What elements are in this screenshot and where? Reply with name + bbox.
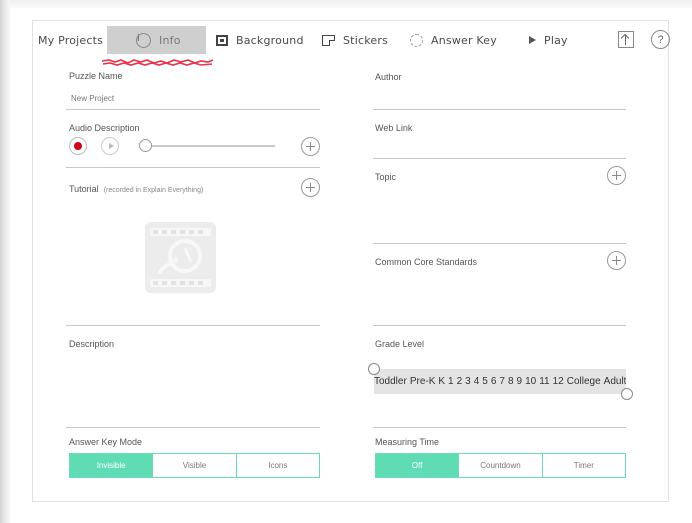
grade-level-option[interactable]: K bbox=[438, 376, 445, 387]
add-topic-button[interactable] bbox=[607, 166, 626, 185]
grade-level-option[interactable]: 4 bbox=[474, 376, 480, 387]
measuring-time-off[interactable]: Off bbox=[376, 454, 459, 477]
measuring-time-control: Off Countdown Timer bbox=[375, 453, 626, 478]
grade-level-option[interactable]: 12 bbox=[553, 376, 564, 387]
help-button[interactable]: ? bbox=[651, 30, 670, 49]
audio-slider-handle[interactable] bbox=[139, 139, 152, 152]
tab-answer-key-label: Answer Key bbox=[431, 33, 497, 47]
grade-level-option[interactable]: 2 bbox=[457, 376, 463, 387]
explain-everything-icon[interactable] bbox=[145, 222, 216, 293]
tab-info-label: Info bbox=[159, 33, 181, 47]
tab-info[interactable]: i Info bbox=[107, 26, 206, 54]
grade-range-min-handle[interactable] bbox=[368, 363, 380, 375]
background-icon bbox=[216, 34, 228, 46]
author-label: Author bbox=[375, 72, 402, 82]
common-core-label: Common Core Standards bbox=[375, 257, 478, 267]
divider bbox=[66, 167, 320, 168]
sticker-icon bbox=[322, 34, 335, 46]
measuring-time-timer[interactable]: Timer bbox=[541, 454, 625, 477]
grade-level-option[interactable]: 6 bbox=[491, 376, 497, 387]
tab-play[interactable]: Play bbox=[529, 26, 568, 54]
answer-key-icon bbox=[410, 33, 423, 47]
play-icon bbox=[529, 36, 536, 44]
share-icon[interactable] bbox=[618, 31, 634, 48]
divider bbox=[66, 427, 320, 428]
grade-level-option[interactable]: Toddler bbox=[374, 376, 407, 387]
add-tutorial-button[interactable] bbox=[301, 178, 320, 197]
grade-level-label: Grade Level bbox=[375, 339, 425, 349]
grade-level-option[interactable]: College bbox=[567, 376, 601, 387]
divider bbox=[66, 325, 320, 326]
answer-key-mode-label: Answer Key Mode bbox=[69, 437, 143, 447]
info-icon: i bbox=[136, 32, 151, 48]
grade-level-option[interactable]: 5 bbox=[482, 376, 488, 387]
redaction-scribble bbox=[101, 59, 214, 66]
tab-background[interactable]: Background bbox=[216, 26, 304, 54]
add-standard-button[interactable] bbox=[607, 251, 626, 270]
measuring-time-label: Measuring Time bbox=[375, 437, 440, 447]
audio-description-label: Audio Description bbox=[69, 123, 140, 133]
grade-level-option[interactable]: 1 bbox=[448, 376, 454, 387]
tab-my-projects-label: My Projects bbox=[38, 33, 104, 47]
divider bbox=[373, 325, 626, 326]
tab-bar: My Projects i Info Background Stickers A… bbox=[32, 26, 670, 54]
tab-my-projects[interactable]: My Projects bbox=[38, 26, 103, 54]
audio-play-button[interactable] bbox=[101, 137, 119, 155]
window-left-edge bbox=[0, 0, 10, 523]
grade-level-option[interactable]: 3 bbox=[465, 376, 471, 387]
grade-level-option[interactable]: 11 bbox=[539, 376, 549, 387]
answer-key-mode-invisible[interactable]: Invisible bbox=[70, 454, 153, 477]
puzzle-name-label: Puzzle Name bbox=[69, 71, 123, 81]
divider bbox=[373, 243, 626, 244]
divider bbox=[373, 427, 626, 428]
author-input[interactable] bbox=[373, 109, 626, 110]
description-label: Description bbox=[69, 339, 115, 349]
grade-level-option[interactable]: 9 bbox=[517, 376, 523, 387]
tutorial-note: (recorded in Explain Everything) bbox=[103, 187, 204, 194]
topic-label: Topic bbox=[375, 172, 397, 182]
answer-key-mode-visible[interactable]: Visible bbox=[152, 454, 235, 477]
tutorial-label-text: Tutorial bbox=[69, 184, 99, 194]
measuring-time-countdown[interactable]: Countdown bbox=[458, 454, 541, 477]
tab-stickers-label: Stickers bbox=[343, 33, 388, 47]
tab-stickers[interactable]: Stickers bbox=[322, 26, 388, 54]
grade-level-option[interactable]: 7 bbox=[499, 376, 505, 387]
grade-level-option[interactable]: 8 bbox=[508, 376, 514, 387]
grade-level-option[interactable]: Pre-K bbox=[410, 376, 436, 387]
tab-answer-key[interactable]: Answer Key bbox=[410, 26, 497, 54]
record-button[interactable] bbox=[69, 137, 87, 155]
grade-level-range[interactable]: Toddler Pre-K K 1 2 3 4 5 6 7 8 9 10 11 12 College Adult bbox=[374, 369, 626, 394]
info-panel bbox=[32, 20, 669, 502]
add-audio-button[interactable] bbox=[301, 137, 320, 156]
answer-key-mode-icons[interactable]: Icons bbox=[235, 454, 319, 477]
grade-level-option[interactable]: Adult bbox=[604, 376, 626, 387]
tutorial-label: Tutorial (recorded in Explain Everything) bbox=[69, 184, 203, 194]
divider bbox=[66, 109, 320, 110]
grade-range-max-handle[interactable] bbox=[621, 388, 633, 400]
web-link-input[interactable] bbox=[373, 158, 626, 159]
puzzle-name-input[interactable]: New Project bbox=[71, 94, 114, 103]
web-link-label: Web Link bbox=[375, 123, 413, 133]
window-top-edge bbox=[0, 0, 692, 8]
tab-background-label: Background bbox=[236, 33, 304, 47]
tab-play-label: Play bbox=[544, 33, 568, 47]
audio-slider-track[interactable] bbox=[145, 145, 275, 147]
grade-level-option[interactable]: 10 bbox=[525, 376, 536, 387]
answer-key-mode-control: Invisible Visible Icons bbox=[69, 453, 320, 478]
